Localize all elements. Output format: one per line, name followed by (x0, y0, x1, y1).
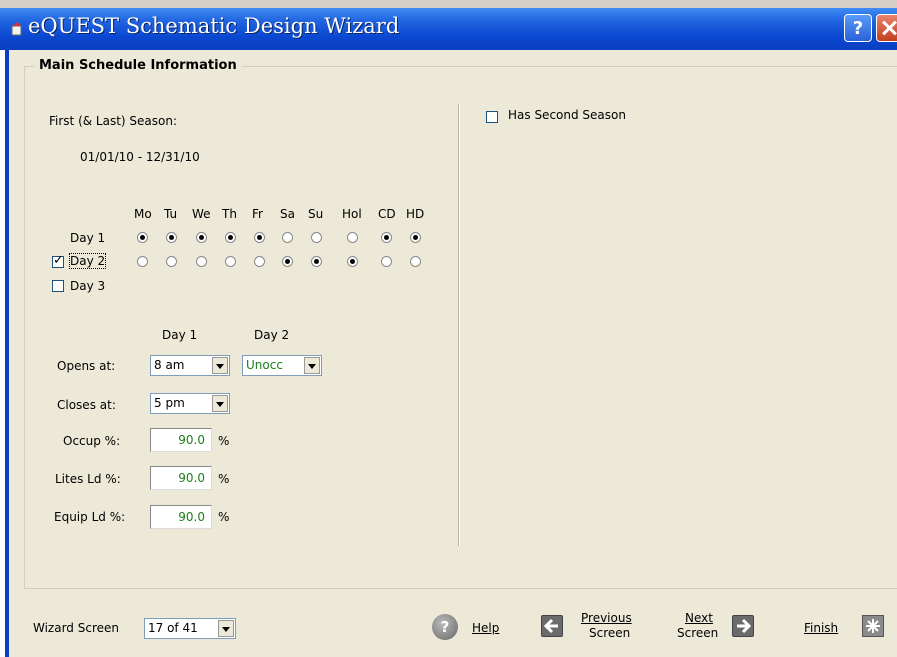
help-link[interactable]: Help (472, 621, 499, 635)
chevron-down-icon[interactable] (218, 620, 234, 637)
day1-cd-radio[interactable] (381, 232, 392, 243)
day1-sa-radio[interactable] (282, 232, 293, 243)
col-hd: HD (406, 207, 425, 221)
col-su: Su (308, 207, 324, 221)
equip-percent: % (218, 510, 230, 524)
group-title: Main Schedule Information (34, 58, 242, 73)
day1-hd-radio[interactable] (410, 232, 421, 243)
help-icon[interactable]: ? (432, 614, 458, 640)
col-th: Th (222, 207, 237, 221)
window-title: eQUEST Schematic Design Wizard (28, 14, 400, 38)
day1-mo-radio[interactable] (137, 232, 148, 243)
day1-tu-radio[interactable] (166, 232, 177, 243)
col-we: We (192, 207, 211, 221)
col-tu: Tu (164, 207, 178, 221)
arrow-left-icon[interactable] (541, 615, 563, 637)
day2-label: Day 2 (68, 253, 107, 269)
previous-screen-button[interactable]: Previous Screen (581, 611, 632, 641)
closes-label: Closes at: (57, 398, 116, 412)
day1-fr-radio[interactable] (254, 232, 265, 243)
day2-cd-radio[interactable] (381, 256, 392, 267)
window-left-edge (0, 50, 9, 657)
title-help-button[interactable]: ? (844, 14, 872, 42)
occup-label: Occup %: (63, 434, 121, 448)
close-button[interactable] (876, 14, 897, 42)
season-label: First (& Last) Season: (49, 114, 178, 128)
day2-we-radio[interactable] (196, 256, 207, 267)
day2-th-radio[interactable] (225, 256, 236, 267)
day1-hol-radio[interactable] (347, 232, 358, 243)
day2-checkbox[interactable] (52, 253, 64, 268)
wizard-screen-select[interactable]: 17 of 41 (144, 618, 236, 639)
title-top-strip (0, 0, 897, 8)
finish-icon[interactable] (862, 615, 884, 637)
day1-label: Day 1 (70, 231, 106, 245)
wizard-screen-label: Wizard Screen (33, 621, 119, 635)
day2-tu-radio[interactable] (166, 256, 177, 267)
day2-su-radio[interactable] (311, 256, 322, 267)
day1-su-radio[interactable] (311, 232, 322, 243)
day3-label: Day 3 (70, 279, 106, 293)
col-fr: Fr (252, 207, 263, 221)
closes-day1-select[interactable]: 5 pm (150, 393, 230, 414)
col-cd: CD (378, 207, 396, 221)
has-second-season-label: Has Second Season (508, 108, 626, 122)
col-sa: Sa (280, 207, 295, 221)
day3-checkbox[interactable] (52, 280, 64, 292)
schedule-col-day2: Day 2 (254, 328, 290, 342)
day1-th-radio[interactable] (225, 232, 236, 243)
has-second-season-checkbox[interactable] (486, 111, 498, 123)
opens-label: Opens at: (57, 359, 116, 373)
occup-input[interactable]: 90.0 (150, 428, 212, 452)
section-divider (458, 104, 460, 546)
arrow-right-icon[interactable] (732, 615, 754, 637)
lites-percent: % (218, 472, 230, 486)
opens-day2-select[interactable]: Unocc (242, 355, 322, 376)
chevron-down-icon[interactable] (212, 357, 228, 374)
day2-mo-radio[interactable] (137, 256, 148, 267)
finish-button[interactable]: Finish (804, 621, 838, 635)
occup-percent: % (218, 434, 230, 448)
equip-input[interactable]: 90.0 (150, 505, 212, 529)
opens-day1-select[interactable]: 8 am (150, 355, 230, 376)
equip-label: Equip Ld %: (54, 510, 126, 524)
chevron-down-icon[interactable] (304, 357, 320, 374)
day2-hol-radio[interactable] (347, 256, 358, 267)
chevron-down-icon[interactable] (212, 395, 228, 412)
season-range: 01/01/10 - 12/31/10 (80, 150, 200, 164)
schedule-col-day1: Day 1 (162, 328, 198, 342)
day2-sa-radio[interactable] (282, 256, 293, 267)
day2-hd-radio[interactable] (410, 256, 421, 267)
app-icon (11, 22, 22, 36)
lites-input[interactable]: 90.0 (150, 466, 212, 490)
day2-fr-radio[interactable] (254, 256, 265, 267)
lites-label: Lites Ld %: (55, 472, 121, 486)
next-screen-button[interactable]: Next Screen (677, 611, 718, 641)
day1-we-radio[interactable] (196, 232, 207, 243)
col-mo: Mo (134, 207, 152, 221)
col-hol: Hol (342, 207, 362, 221)
